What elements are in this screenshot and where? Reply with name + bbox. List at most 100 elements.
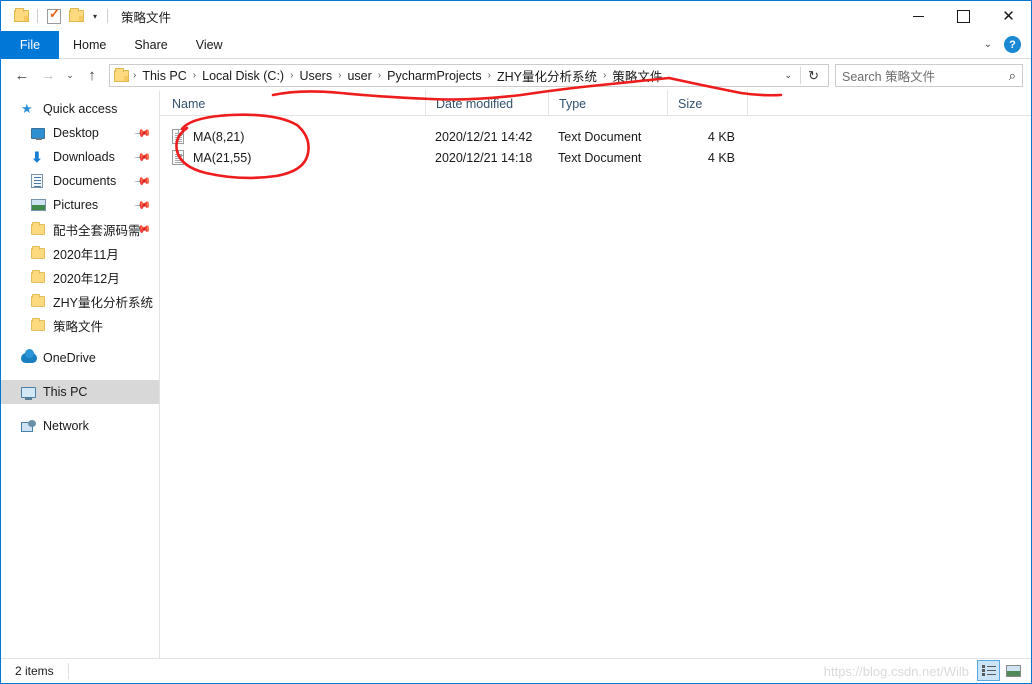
- quick-access-toolbar: ▾: [1, 5, 113, 27]
- column-header-name[interactable]: Name: [160, 90, 425, 115]
- column-header-size[interactable]: Size: [667, 90, 747, 115]
- breadcrumb-item-current-folder[interactable]: 策略文件: [608, 66, 666, 85]
- sidebar-item-documents[interactable]: Documents 📌: [1, 169, 159, 193]
- sidebar-item-2020-11[interactable]: 2020年11月: [1, 241, 159, 265]
- breadcrumb-item-this-pc[interactable]: This PC: [138, 69, 190, 83]
- refresh-icon[interactable]: ↻: [801, 68, 826, 84]
- sidebar-item-label: 2020年11月: [53, 247, 119, 262]
- sidebar-item-pictures[interactable]: Pictures 📌: [1, 193, 159, 217]
- search-input[interactable]: Search 策略文件 ⌕: [835, 64, 1023, 87]
- folder-icon: [31, 317, 50, 331]
- sidebar-item-label: Downloads: [53, 150, 115, 164]
- file-size-cell: 4 KB: [707, 150, 735, 165]
- tab-share[interactable]: Share: [120, 31, 181, 59]
- column-header-spacer: [747, 90, 827, 115]
- breadcrumb-item-user[interactable]: user: [343, 69, 375, 83]
- sidebar-item-network[interactable]: Network: [1, 414, 159, 438]
- breadcrumb-item-pycharmprojects[interactable]: PycharmProjects: [383, 69, 485, 83]
- sidebar-item-label: ZHY量化分析系统: [53, 295, 154, 310]
- maximize-button[interactable]: [941, 1, 986, 31]
- network-icon: [21, 420, 40, 432]
- close-button[interactable]: ✕: [986, 1, 1031, 31]
- search-icon[interactable]: ⌕: [1009, 68, 1016, 84]
- chevron-down-icon[interactable]: ⌄: [984, 39, 992, 50]
- breadcrumb-separator: ›: [602, 70, 607, 81]
- details-view-button[interactable]: [977, 660, 1000, 681]
- chevron-down-icon[interactable]: ▾: [88, 6, 102, 26]
- breadcrumb-separator: ›: [192, 70, 197, 81]
- recent-locations-icon[interactable]: ⌄: [61, 64, 79, 88]
- folder-icon: [31, 269, 50, 283]
- sidebar-item-desktop[interactable]: Desktop 📌: [1, 121, 159, 145]
- pin-icon[interactable]: 📌: [134, 124, 153, 143]
- file-name-label: MA(8,21): [193, 129, 245, 144]
- sidebar-item-strategy-files[interactable]: 策略文件: [1, 313, 159, 337]
- text-document-icon: [172, 129, 184, 144]
- folder-icon: [114, 67, 129, 82]
- sidebar-item-label: Pictures: [53, 198, 99, 212]
- star-icon: ★: [21, 101, 33, 116]
- watermark-text: https://blog.csdn.net/Wilb: [823, 664, 969, 679]
- window-title: 策略文件: [121, 10, 172, 25]
- divider: [37, 9, 38, 23]
- minimize-button[interactable]: [896, 1, 941, 31]
- folder-icon[interactable]: [10, 5, 32, 27]
- breadcrumb-item-users[interactable]: Users: [295, 69, 336, 83]
- sidebar-item-zhy-system[interactable]: ZHY量化分析系统: [1, 289, 159, 313]
- tab-home[interactable]: Home: [59, 31, 120, 59]
- pin-icon[interactable]: 📌: [134, 172, 153, 191]
- column-header-date-modified[interactable]: Date modified: [425, 90, 548, 115]
- sidebar-item-label: Documents: [53, 174, 117, 188]
- folder-icon: [31, 245, 50, 259]
- breadcrumb-separator: ›: [133, 70, 137, 81]
- address-bar-row: ← → ⌄ ↑ › This PC › Local Disk (C:) › Us…: [1, 60, 1031, 91]
- file-date-cell: 2020/12/21 14:18: [435, 150, 533, 165]
- sidebar-item-quick-access[interactable]: ★ Quick access: [1, 97, 159, 121]
- breadcrumb-item-local-disk[interactable]: Local Disk (C:): [198, 69, 288, 83]
- properties-icon[interactable]: [43, 5, 65, 27]
- table-row[interactable]: MA(8,21) 2020/12/21 14:42 Text Document …: [160, 126, 1031, 147]
- file-explorer-window: ▾ 策略文件 ✕ File Home Share View ⌄ ? ← → ⌄ …: [0, 0, 1032, 684]
- new-folder-icon[interactable]: [65, 5, 87, 27]
- file-type-cell: Text Document: [558, 129, 642, 144]
- chevron-down-icon[interactable]: ⌄: [777, 70, 801, 81]
- ribbon-right-controls: ⌄ ?: [984, 31, 1031, 58]
- sidebar-item-this-pc[interactable]: This PC: [1, 380, 159, 404]
- window-controls: ✕: [896, 1, 1031, 31]
- back-button[interactable]: ←: [9, 64, 35, 88]
- sidebar-item-label: OneDrive: [43, 351, 96, 365]
- pin-icon[interactable]: 📌: [134, 148, 153, 167]
- desktop-icon: [31, 127, 50, 140]
- item-count-label: 2 items: [15, 664, 54, 678]
- sidebar-item-downloads[interactable]: ⬇ Downloads 📌: [1, 145, 159, 169]
- up-button[interactable]: ↑: [79, 64, 105, 88]
- column-header-type[interactable]: Type: [548, 90, 667, 115]
- breadcrumb-separator: ›: [290, 70, 294, 81]
- pin-icon[interactable]: 📌: [134, 196, 153, 215]
- help-icon[interactable]: ?: [1004, 36, 1021, 53]
- file-type-cell: Text Document: [558, 150, 642, 165]
- breadcrumb[interactable]: › This PC › Local Disk (C:) › Users › us…: [109, 64, 829, 87]
- tab-file[interactable]: File: [1, 31, 59, 59]
- file-date-cell: 2020/12/21 14:42: [435, 129, 533, 144]
- sidebar-item-source-code[interactable]: 配书全套源码需 📌: [1, 217, 159, 241]
- folder-icon: [31, 293, 50, 307]
- downloads-icon: ⬇: [31, 148, 43, 165]
- forward-button[interactable]: →: [35, 64, 61, 88]
- this-pc-icon: [21, 386, 40, 400]
- table-row[interactable]: MA(21,55) 2020/12/21 14:18 Text Document…: [160, 147, 1031, 168]
- view-mode-buttons: [977, 660, 1025, 681]
- sidebar-item-label: 策略文件: [53, 319, 104, 334]
- file-name-cell[interactable]: MA(8,21): [160, 129, 425, 144]
- large-icons-view-button[interactable]: [1002, 660, 1025, 681]
- tab-view[interactable]: View: [182, 31, 237, 59]
- breadcrumb-item-zhy[interactable]: ZHY量化分析系统: [493, 66, 601, 85]
- sidebar-item-2020-12[interactable]: 2020年12月: [1, 265, 159, 289]
- sidebar-item-onedrive[interactable]: OneDrive: [1, 346, 159, 370]
- file-name-cell[interactable]: MA(21,55): [160, 150, 425, 165]
- file-size-cell: 4 KB: [707, 129, 735, 144]
- main-body: ★ Quick access Desktop 📌 ⬇ Downloads 📌 D…: [1, 90, 1031, 658]
